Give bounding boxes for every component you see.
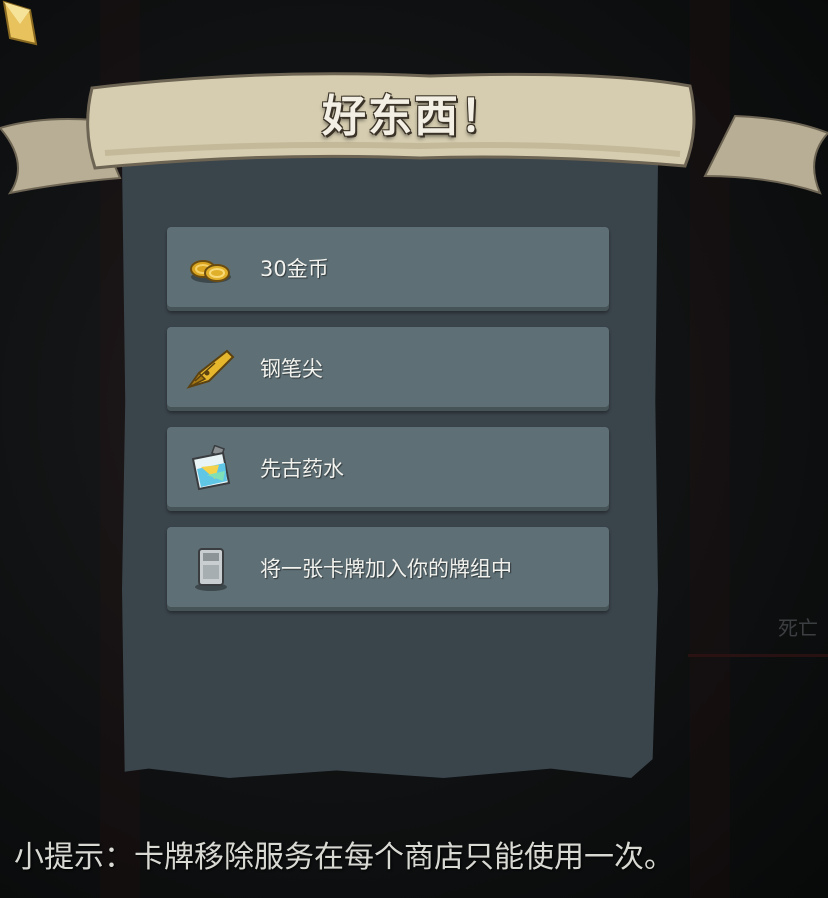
reward-potion[interactable]: 先古药水 [167,427,609,511]
ancient-potion-icon [191,445,231,491]
reward-pen-nib[interactable]: 钢笔尖 [167,327,609,411]
gold-coins-icon [190,260,231,283]
card-icon [195,548,227,591]
gem-icon [2,0,38,46]
reward-label: 30金币 [260,257,329,281]
page-title: 好东西！ [322,91,506,142]
reward-label: 将一张卡牌加入你的牌组中 [260,557,512,581]
reward-label: 先古药水 [260,457,344,481]
reward-label: 钢笔尖 [260,357,323,381]
background-label: 死亡 [778,616,818,640]
reward-add-card[interactable]: 将一张卡牌加入你的牌组中 [167,527,609,611]
title-banner: 好东西！ [0,58,828,198]
background-health-bar [688,654,828,657]
reward-gold[interactable]: 30金币 [167,227,609,311]
tip-text: 小提示：卡牌移除服务在每个商店只能使用一次。 [14,840,674,875]
pen-nib-icon [186,349,235,389]
